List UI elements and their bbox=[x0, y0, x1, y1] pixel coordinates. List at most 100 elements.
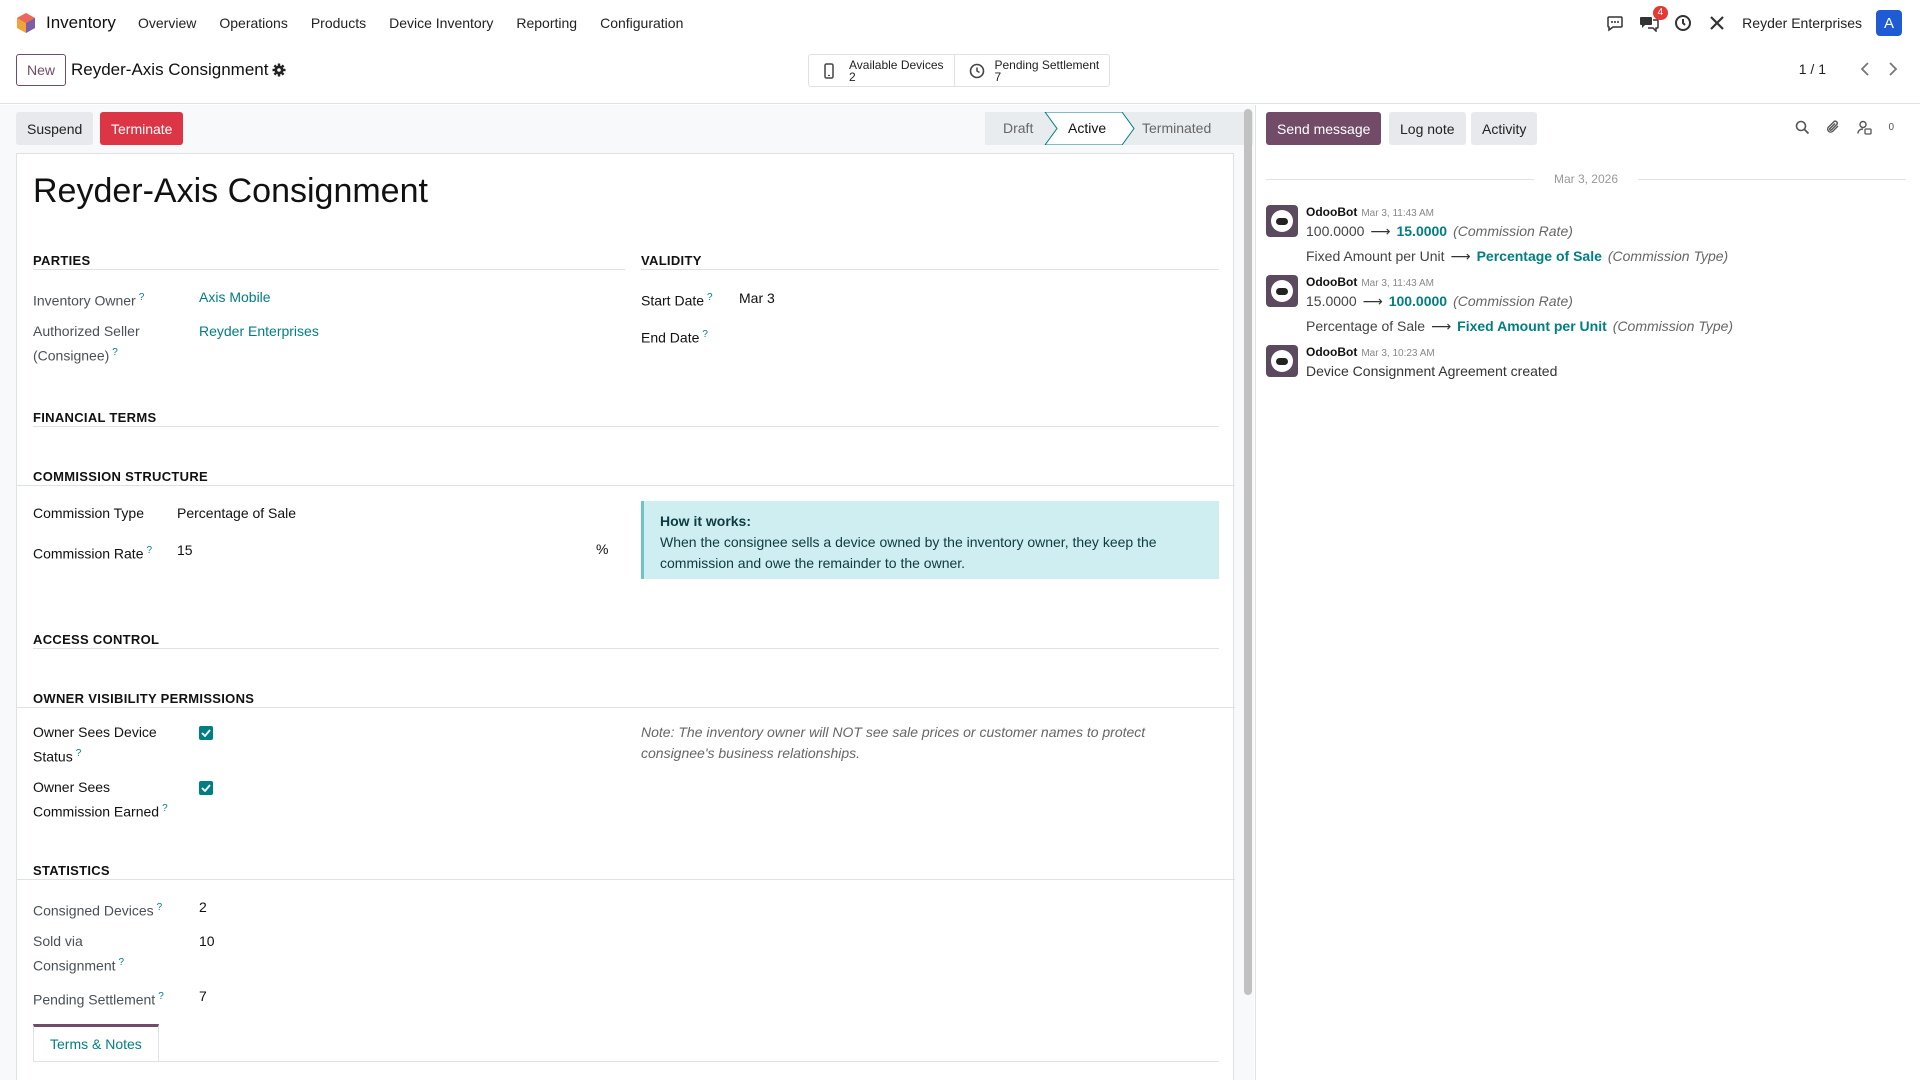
inventory-owner-label: Inventory Owner? bbox=[33, 292, 145, 309]
divider bbox=[17, 485, 1235, 486]
commission-rate-unit: % bbox=[596, 541, 609, 557]
smart-button-label: Available Devices bbox=[849, 57, 944, 72]
debug-tools-icon[interactable] bbox=[1706, 12, 1728, 34]
owner-sees-status-label: Owner Sees Device Status? bbox=[33, 724, 157, 765]
menu-reporting[interactable]: Reporting bbox=[516, 15, 577, 31]
arrow-right-icon: ⟶ bbox=[1362, 293, 1383, 309]
arrow-right-icon: ⟶ bbox=[1450, 248, 1471, 264]
pager: 1 / 1 bbox=[1799, 60, 1902, 78]
log-note-button[interactable]: Log note bbox=[1389, 112, 1466, 145]
form-sheet: Reyder-Axis Consignment PARTIES Inventor… bbox=[16, 153, 1235, 1080]
smart-button-label: Pending Settlement bbox=[994, 57, 1100, 72]
inventory-app-icon[interactable] bbox=[16, 12, 36, 34]
section-validity: VALIDITY bbox=[641, 253, 702, 268]
available-devices-button[interactable]: Available Devices 2 bbox=[809, 55, 955, 86]
search-icon[interactable] bbox=[1795, 120, 1810, 135]
start-date-label: Start Date? bbox=[641, 292, 713, 309]
sold-via-consignment-value: 10 bbox=[199, 933, 215, 949]
menu-operations[interactable]: Operations bbox=[219, 15, 287, 31]
smart-button-value: 7 bbox=[994, 69, 1002, 84]
activity-button[interactable]: Activity bbox=[1471, 112, 1538, 145]
menu-overview[interactable]: Overview bbox=[138, 15, 196, 31]
odoobot-avatar[interactable] bbox=[1266, 205, 1298, 237]
app-name[interactable]: Inventory bbox=[46, 13, 116, 33]
chatter-tools: 0 bbox=[1779, 119, 1894, 135]
end-date-label: End Date? bbox=[641, 329, 708, 346]
systray: 4 Reyder Enterprises A bbox=[1592, 6, 1902, 36]
commission-rate-label: Commission Rate? bbox=[33, 545, 153, 562]
tracking-change: Percentage of Sale ⟶ Fixed Amount per Unit… bbox=[1306, 318, 1734, 334]
divider bbox=[33, 269, 625, 270]
form-view: Suspend Terminate Draft Active Terminate… bbox=[0, 105, 1254, 1080]
inventory-owner-value[interactable]: Axis Mobile bbox=[199, 289, 271, 305]
terminate-button[interactable]: Terminate bbox=[100, 112, 184, 145]
user-avatar[interactable]: A bbox=[1876, 10, 1902, 36]
arrow-right-icon: ⟶ bbox=[1431, 318, 1452, 334]
divider bbox=[33, 426, 1219, 427]
chat-bubble-icon[interactable] bbox=[1604, 12, 1626, 34]
menu-device-inventory[interactable]: Device Inventory bbox=[389, 15, 493, 31]
tracking-change: 100.0000 ⟶ 15.0000 (Commission Rate) bbox=[1306, 223, 1573, 239]
alert-text: When the consignee sells a device owned … bbox=[660, 534, 1157, 571]
messages-icon[interactable]: 4 bbox=[1638, 6, 1669, 34]
followers-button[interactable]: 0 bbox=[1857, 120, 1894, 135]
odoobot-avatar[interactable] bbox=[1266, 345, 1298, 377]
message-author[interactable]: OdooBot Mar 3, 11:43 AM bbox=[1306, 275, 1434, 289]
tab-terms-notes[interactable]: Terms & Notes bbox=[33, 1024, 159, 1062]
date-separator: Mar 3, 2026 bbox=[1266, 172, 1906, 186]
divider bbox=[17, 879, 1235, 880]
stage-draft[interactable]: Draft bbox=[1003, 120, 1033, 136]
divider bbox=[641, 269, 1219, 270]
phone-icon bbox=[823, 62, 839, 79]
user-lock-icon bbox=[1857, 120, 1873, 135]
how-it-works-alert: How it works: When the consignee sells a… bbox=[641, 501, 1219, 579]
message-author[interactable]: OdooBot Mar 3, 10:23 AM bbox=[1306, 345, 1435, 359]
start-date-value[interactable]: Mar 3 bbox=[739, 290, 775, 306]
new-button[interactable]: New bbox=[16, 54, 67, 86]
stage-terminated[interactable]: Terminated bbox=[1142, 120, 1211, 136]
authorized-seller-label: Authorized Seller (Consignee)? bbox=[33, 323, 140, 364]
chevron-left-icon[interactable] bbox=[1856, 60, 1874, 78]
section-financial-terms: FINANCIAL TERMS bbox=[33, 410, 157, 425]
company-switcher[interactable]: Reyder Enterprises bbox=[1742, 15, 1862, 31]
tab-divider bbox=[33, 1061, 1219, 1062]
menu-products[interactable]: Products bbox=[311, 15, 366, 31]
gear-icon[interactable] bbox=[272, 63, 286, 77]
message-author[interactable]: OdooBot Mar 3, 11:43 AM bbox=[1306, 205, 1434, 219]
send-message-button[interactable]: Send message bbox=[1266, 112, 1382, 145]
owner-sees-status-checkbox[interactable] bbox=[199, 726, 213, 740]
consigned-devices-label: Consigned Devices? bbox=[33, 902, 163, 919]
section-commission-structure: COMMISSION STRUCTURE bbox=[33, 469, 208, 484]
section-statistics: STATISTICS bbox=[33, 863, 110, 878]
consigned-devices-value: 2 bbox=[199, 899, 207, 915]
owner-sees-commission-checkbox[interactable] bbox=[199, 781, 213, 795]
end-date-input[interactable] bbox=[739, 324, 1219, 345]
suspend-button[interactable]: Suspend bbox=[16, 112, 94, 145]
form-scrollbar[interactable] bbox=[1244, 109, 1252, 995]
authorized-seller-value[interactable]: Reyder Enterprises bbox=[199, 323, 319, 339]
messages-badge: 4 bbox=[1652, 6, 1669, 20]
activity-clock-icon[interactable] bbox=[1672, 12, 1694, 34]
stage-active[interactable]: Active bbox=[1068, 120, 1106, 136]
menu-configuration[interactable]: Configuration bbox=[600, 15, 683, 31]
clock-icon bbox=[969, 63, 985, 79]
section-owner-visibility: OWNER VISIBILITY PERMISSIONS bbox=[33, 691, 255, 706]
chatter-panel: Send message Log note Activity 0 Mar 3, … bbox=[1255, 105, 1920, 1080]
breadcrumb-record-title: Reyder-Axis Consignment bbox=[71, 60, 269, 79]
visibility-note: Note: The inventory owner will NOT see s… bbox=[641, 724, 1146, 761]
sold-via-consignment-label: Sold via Consignment? bbox=[33, 933, 125, 974]
pager-value[interactable]: 1 / 1 bbox=[1799, 61, 1826, 77]
record-name[interactable]: Reyder-Axis Consignment bbox=[33, 172, 428, 211]
commission-type-value[interactable]: Percentage of Sale bbox=[177, 505, 296, 521]
arrow-right-icon: ⟶ bbox=[1370, 223, 1391, 239]
section-parties: PARTIES bbox=[33, 253, 91, 268]
alert-title: How it works: bbox=[660, 513, 752, 529]
commission-rate-value[interactable]: 15 bbox=[177, 542, 193, 558]
pending-settlement-button[interactable]: Pending Settlement 7 bbox=[955, 55, 1110, 86]
commission-type-label: Commission Type bbox=[33, 505, 145, 521]
message-body: Device Consignment Agreement created bbox=[1306, 363, 1558, 379]
odoobot-avatar[interactable] bbox=[1266, 275, 1298, 307]
message-date: Mar 3, 11:43 AM bbox=[1361, 278, 1434, 289]
chevron-right-icon[interactable] bbox=[1884, 60, 1902, 78]
paperclip-icon[interactable] bbox=[1826, 119, 1841, 135]
